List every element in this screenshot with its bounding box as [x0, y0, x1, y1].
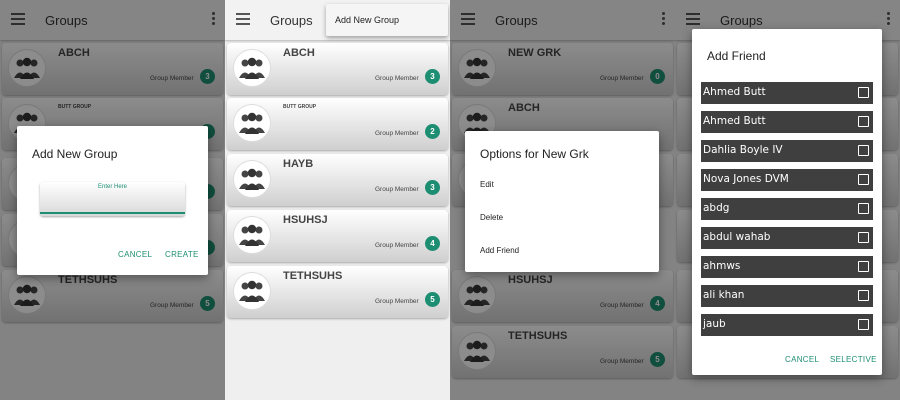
group-card[interactable]: HSUHSJ Group Member 4: [227, 210, 448, 262]
group-avatar-icon: [233, 272, 271, 310]
group-name: HSUHSJ: [283, 214, 328, 226]
group-options-dialog: Options for New Grk Edit Delete Add Frie…: [465, 131, 659, 272]
checkbox-icon[interactable]: [858, 116, 869, 127]
friend-item[interactable]: Nova Jones DVM: [701, 169, 873, 191]
friend-name: Ahmed Butt: [703, 115, 766, 127]
friend-item[interactable]: Dahlia Boyle IV: [701, 140, 873, 162]
menu-item-add-new-group[interactable]: Add New Group: [335, 15, 399, 25]
group-name: ABCH: [283, 47, 315, 59]
friend-item[interactable]: Ahmed Butt: [701, 82, 873, 104]
friend-name: Ahmed Butt: [703, 86, 766, 98]
group-member-label: Group Member: [375, 186, 419, 193]
group-name: TETHSUHS: [283, 270, 343, 282]
screen-group-options: Groups NEW GRK Group Member 0 ABCH HSUHS…: [450, 0, 675, 400]
member-count-badge: 5: [425, 292, 440, 307]
checkbox-icon[interactable]: [858, 174, 869, 185]
checkbox-icon[interactable]: [858, 145, 869, 156]
screen-add-new-group: Groups ABCH Group Member 3 BUTT GROUP TE…: [0, 0, 225, 400]
friend-name: Nova Jones DVM: [703, 173, 789, 185]
group-avatar-icon: [233, 49, 271, 87]
checkbox-icon[interactable]: [858, 87, 869, 98]
add-friend-option[interactable]: Add Friend: [480, 246, 519, 255]
friend-name: jaub: [703, 318, 726, 330]
group-member-label: Group Member: [375, 242, 419, 249]
edit-option[interactable]: Edit: [480, 180, 494, 189]
add-group-dialog: Add New Group Enter Here CANCEL CREATE: [17, 126, 208, 275]
group-card[interactable]: TETHSUHS Group Member 5: [227, 266, 448, 318]
screen-groups-menu: ABCH Group Member 3 BUTT GROUP Group Mem…: [225, 0, 450, 400]
group-name-input[interactable]: Enter Here: [40, 182, 185, 216]
friend-item[interactable]: abdg: [701, 198, 873, 220]
checkbox-icon[interactable]: [858, 203, 869, 214]
friend-name: abdg: [703, 202, 730, 214]
member-count-badge: 2: [425, 124, 440, 139]
checkbox-icon[interactable]: [858, 290, 869, 301]
dialog-title: Add Friend: [707, 49, 766, 63]
friend-name: abdul wahab: [703, 231, 771, 243]
group-card[interactable]: ABCH Group Member 3: [227, 43, 448, 95]
delete-option[interactable]: Delete: [480, 213, 503, 222]
dialog-title: Options for New Grk: [480, 147, 589, 161]
overflow-menu: Add New Group: [326, 4, 448, 36]
group-avatar-icon: [233, 216, 271, 254]
group-avatar-icon: [233, 160, 271, 198]
group-name: HAYB: [283, 158, 314, 170]
group-member-label: Group Member: [375, 130, 419, 137]
friend-item[interactable]: ali khan: [701, 285, 873, 307]
member-count-badge: 4: [425, 236, 440, 251]
group-card[interactable]: BUTT GROUP Group Member 2: [227, 98, 448, 150]
friend-item[interactable]: abdul wahab: [701, 227, 873, 249]
selective-button[interactable]: SELECTIVE: [830, 355, 877, 364]
create-button[interactable]: CREATE: [165, 250, 199, 259]
friend-item[interactable]: Ahmed Butt: [701, 111, 873, 133]
checkbox-icon[interactable]: [858, 261, 869, 272]
member-count-badge: 3: [425, 69, 440, 84]
input-hint: Enter Here: [97, 184, 127, 190]
input-underline: [40, 212, 185, 214]
hamburger-menu-icon[interactable]: [236, 13, 250, 25]
group-card[interactable]: HAYB Group Member 3: [227, 154, 448, 206]
cancel-button[interactable]: CANCEL: [118, 250, 152, 259]
checkbox-icon[interactable]: [858, 319, 869, 330]
friend-item[interactable]: jaub: [701, 314, 873, 336]
app-bar-title: Groups: [270, 13, 313, 28]
group-member-label: Group Member: [375, 75, 419, 82]
friend-item[interactable]: ahmws: [701, 256, 873, 278]
checkbox-icon[interactable]: [858, 232, 869, 243]
group-member-label: Group Member: [375, 298, 419, 305]
group-avatar-icon: [233, 104, 271, 142]
cancel-button[interactable]: CANCEL: [785, 355, 819, 364]
friend-name: ahmws: [703, 260, 741, 272]
member-count-badge: 3: [425, 180, 440, 195]
screen-add-friend: Groups Add Friend Ahmed Butt Ahmed Butt …: [675, 0, 900, 400]
friend-name: ali khan: [703, 289, 745, 301]
friend-name: Dahlia Boyle IV: [703, 144, 783, 156]
add-friend-dialog: Add Friend Ahmed Butt Ahmed Butt Dahlia …: [692, 29, 882, 375]
dialog-title: Add New Group: [32, 147, 118, 161]
group-name: BUTT GROUP: [283, 104, 317, 110]
